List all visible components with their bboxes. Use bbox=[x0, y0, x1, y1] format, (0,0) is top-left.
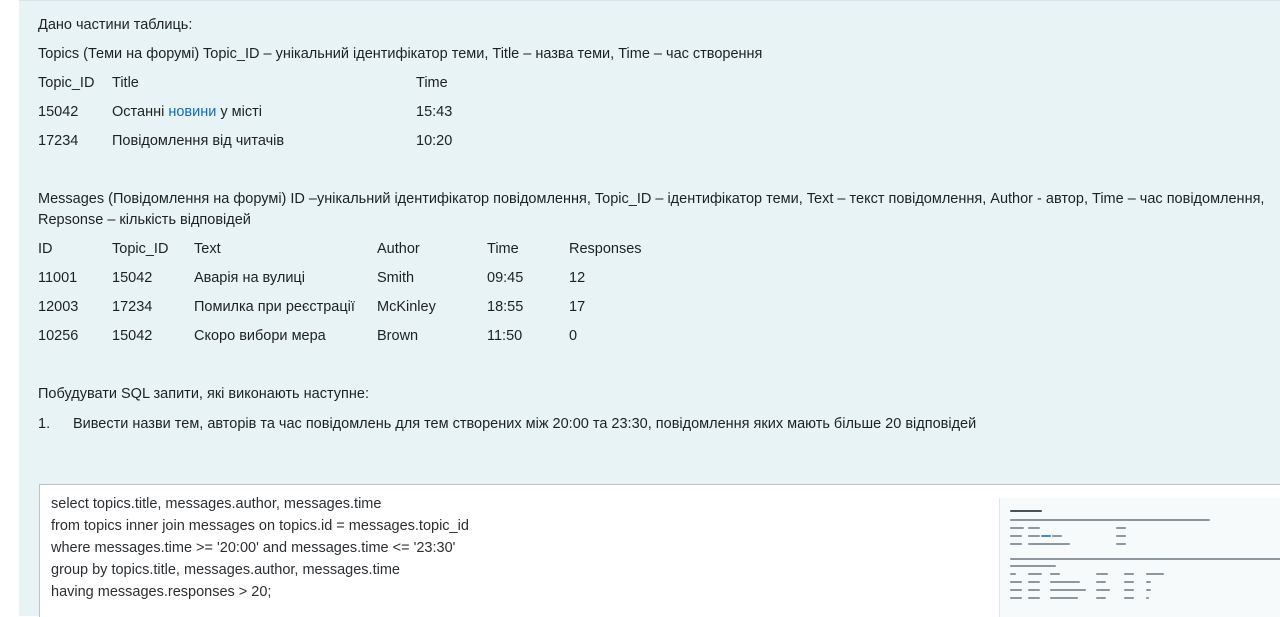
topics-cell-id: 15042 bbox=[38, 104, 79, 120]
messages-cell: 11001 bbox=[38, 270, 78, 286]
messages-description-line2: Repsonse – кількість відповідей bbox=[38, 212, 251, 228]
attached-screenshot-thumbnail-icon[interactable] bbox=[999, 498, 1280, 617]
messages-cell: 11:50 bbox=[487, 328, 523, 344]
title-text-before: Останні bbox=[112, 104, 169, 120]
messages-cell: 15042 bbox=[112, 270, 153, 286]
messages-cell: McKinley bbox=[377, 299, 436, 315]
messages-header-author: Author bbox=[377, 241, 420, 257]
task-number: 1. bbox=[38, 416, 51, 432]
messages-header-text: Text bbox=[194, 241, 221, 257]
messages-cell: 09:45 bbox=[487, 270, 524, 286]
topics-header-title: Title bbox=[112, 75, 139, 91]
messages-header-time: Time bbox=[487, 241, 519, 257]
topics-cell-title: Останні новини у місті bbox=[112, 103, 262, 121]
code-line: from topics inner join messages on topic… bbox=[51, 518, 469, 534]
messages-cell: Аварія на вулиці bbox=[194, 270, 305, 286]
title-text-after: у місті bbox=[216, 104, 262, 120]
code-line: where messages.time >= '20:00' and messa… bbox=[51, 540, 456, 556]
question-panel: Дано частини таблиць: Topics (Теми на фо… bbox=[19, 0, 1280, 617]
topics-header-time: Time bbox=[416, 75, 448, 91]
messages-header-responses: Responses bbox=[569, 241, 642, 257]
messages-cell: 18:55 bbox=[487, 299, 524, 315]
task-heading: Побудувати SQL запити, які виконають нас… bbox=[38, 386, 369, 402]
messages-cell: 15042 bbox=[112, 328, 153, 344]
code-line: having messages.responses > 20; bbox=[51, 584, 272, 600]
topics-cell-time: 10:20 bbox=[416, 133, 453, 149]
intro-text: Дано частини таблиць: bbox=[38, 17, 193, 33]
messages-cell: 10256 bbox=[38, 328, 79, 344]
code-line: group by topics.title, messages.author, … bbox=[51, 562, 400, 578]
messages-cell: Brown bbox=[377, 328, 419, 344]
messages-cell: 0 bbox=[569, 328, 578, 344]
topics-header-id: Topic_ID bbox=[38, 75, 95, 91]
messages-cell: 17234 bbox=[112, 299, 153, 315]
messages-header-id: ID bbox=[38, 241, 53, 257]
task-text: Вивести назви тем, авторів та час повідо… bbox=[73, 416, 977, 432]
messages-cell: Помилка при реєстрації bbox=[194, 299, 355, 315]
topics-cell-time: 15:43 bbox=[416, 104, 453, 120]
messages-description-line1: Messages (Повідомлення на форумі) ID –ун… bbox=[38, 191, 1265, 207]
topics-cell-id: 17234 bbox=[38, 133, 79, 149]
messages-cell: 12 bbox=[569, 270, 586, 286]
topics-description: Topics (Теми на форумі) Topic_ID – уніка… bbox=[38, 46, 763, 62]
news-link[interactable]: новини bbox=[168, 104, 216, 120]
messages-cell: 17 bbox=[569, 299, 586, 315]
messages-cell: Скоро вибори мера bbox=[194, 328, 326, 344]
answer-code-box[interactable]: select topics.title, messages.author, me… bbox=[39, 484, 1280, 617]
messages-cell: 12003 bbox=[38, 299, 79, 315]
messages-header-topic-id: Topic_ID bbox=[112, 241, 169, 257]
messages-cell: Smith bbox=[377, 270, 415, 286]
code-line: select topics.title, messages.author, me… bbox=[51, 496, 382, 512]
topics-cell-title: Повідомлення від читачів bbox=[112, 133, 285, 149]
